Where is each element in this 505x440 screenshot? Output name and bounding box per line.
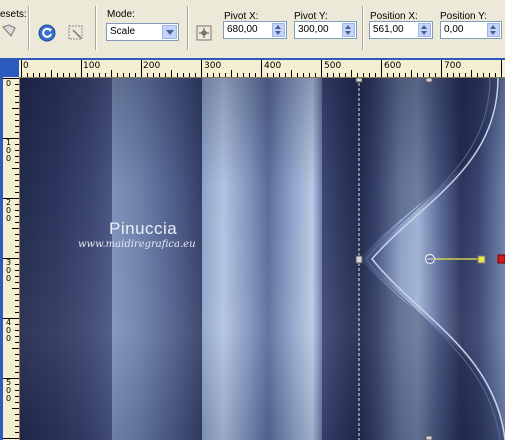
pick-tool-button[interactable] bbox=[65, 22, 87, 44]
ruler-label: 200 bbox=[6, 198, 12, 223]
toolbar-separator bbox=[187, 6, 189, 50]
mode-select[interactable]: Scale bbox=[106, 23, 179, 41]
ruler-label: 600 bbox=[384, 61, 402, 71]
image-canvas[interactable]: Pinuccia www.maidiregrafica.eu bbox=[20, 78, 505, 440]
pivot-x-value: 680,00 bbox=[227, 24, 258, 35]
position-y-field[interactable]: 0,00 bbox=[440, 21, 502, 39]
side-handle[interactable] bbox=[355, 255, 363, 264]
spin-arrows-icon[interactable] bbox=[487, 23, 500, 37]
pivot-icon bbox=[196, 25, 212, 41]
toolbar-separator bbox=[28, 6, 30, 50]
ruler-label: 500 bbox=[324, 61, 342, 71]
ruler-label: 300 bbox=[6, 258, 12, 283]
presets-icon bbox=[2, 24, 16, 37]
pivot-point-button[interactable] bbox=[193, 22, 215, 44]
ruler-label: 400 bbox=[6, 318, 12, 343]
horizontal-ruler[interactable]: 0 100 200 300 400 500 600 700 bbox=[19, 60, 505, 78]
presets-label: esets: bbox=[0, 9, 27, 20]
pivot-y-field[interactable]: 300,00 bbox=[294, 21, 357, 39]
ruler-label: 700 bbox=[444, 61, 462, 71]
corner-handle[interactable] bbox=[355, 78, 363, 83]
spin-arrows-icon[interactable] bbox=[418, 23, 431, 37]
watermark-url: www.maidiregrafica.eu bbox=[78, 239, 196, 250]
mode-value: Scale bbox=[110, 26, 136, 37]
bottom-handle[interactable] bbox=[425, 435, 433, 440]
transform-icon bbox=[68, 25, 83, 40]
watermark-title: Pinuccia bbox=[109, 219, 178, 238]
spin-arrows-icon[interactable] bbox=[342, 23, 355, 37]
edge-handle[interactable] bbox=[497, 254, 505, 264]
pivot-y-value: 300,00 bbox=[298, 24, 329, 35]
chevron-down-icon[interactable] bbox=[162, 25, 177, 39]
position-y-value: 0,00 bbox=[444, 24, 464, 35]
ruler-label: 0 bbox=[6, 79, 12, 88]
toolbar-separator bbox=[95, 6, 97, 50]
position-x-field[interactable]: 561,00 bbox=[369, 21, 433, 39]
position-x-value: 561,00 bbox=[373, 24, 404, 35]
ruler-label: 100 bbox=[83, 61, 101, 71]
ruler-label: 0 bbox=[23, 61, 29, 71]
spin-arrows-icon[interactable] bbox=[272, 23, 285, 37]
ruler-label: 400 bbox=[264, 61, 282, 71]
rotation-handle[interactable] bbox=[477, 255, 486, 264]
presets-dropdown-button[interactable] bbox=[0, 21, 18, 43]
reset-arrow-icon bbox=[38, 24, 56, 42]
mode-label: Mode: bbox=[107, 9, 135, 20]
deform-overlay bbox=[355, 78, 505, 440]
toolbar-separator bbox=[362, 6, 364, 50]
pivot-x-field[interactable]: 680,00 bbox=[223, 21, 287, 39]
ruler-label: 500 bbox=[6, 378, 12, 403]
reset-button[interactable] bbox=[36, 22, 58, 44]
vertical-ruler[interactable]: 0 100 200 300 400 500 bbox=[3, 77, 20, 440]
top-handle[interactable] bbox=[425, 78, 433, 83]
ruler-label: 100 bbox=[6, 138, 12, 163]
ruler-label: 200 bbox=[143, 61, 161, 71]
tool-options-bar: esets: Mode: Scale Pivot X: 680,00 Pivot… bbox=[0, 0, 505, 59]
ruler-label: 300 bbox=[204, 61, 222, 71]
